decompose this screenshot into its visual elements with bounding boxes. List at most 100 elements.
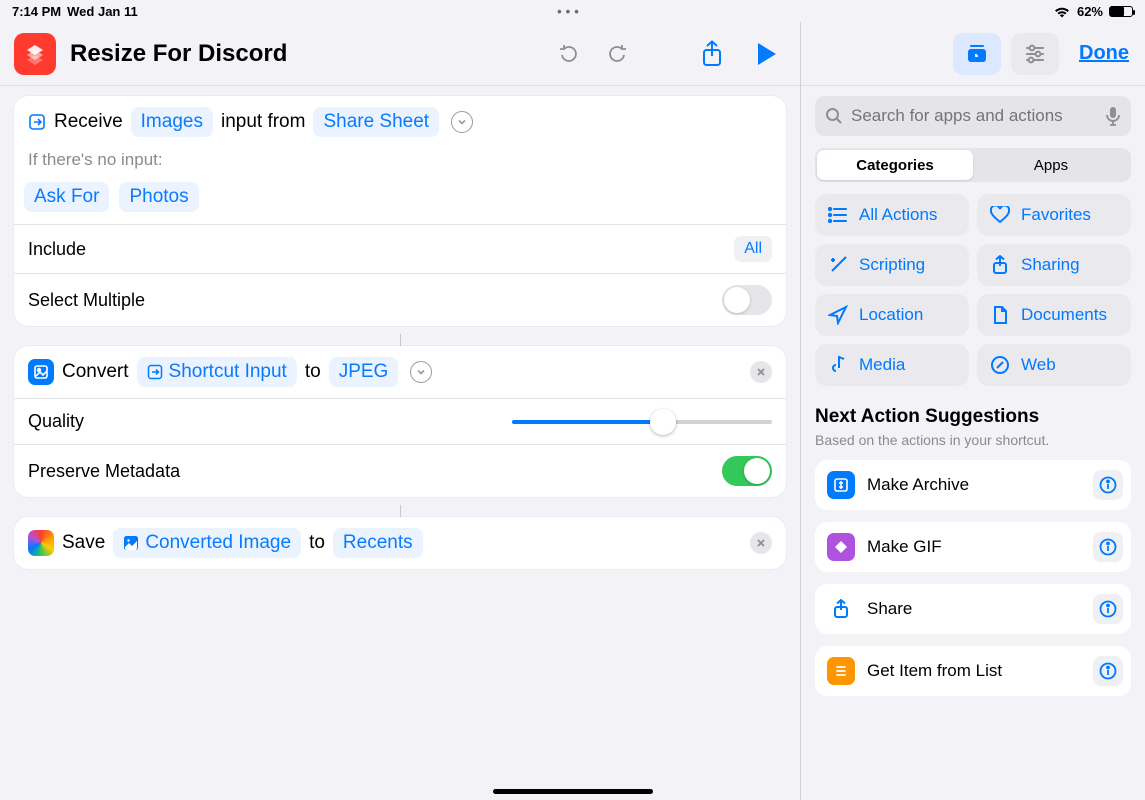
library-segmented-control[interactable]: Categories Apps bbox=[815, 148, 1131, 182]
input-icon bbox=[147, 364, 163, 380]
convert-format-token[interactable]: JPEG bbox=[329, 357, 399, 387]
category-documents[interactable]: Documents bbox=[977, 294, 1131, 336]
action-save[interactable]: Save Converted Image to Recents bbox=[14, 517, 786, 569]
convert-to: to bbox=[305, 361, 321, 383]
quality-label: Quality bbox=[28, 411, 484, 432]
category-media[interactable]: Media bbox=[815, 344, 969, 386]
shortcut-app-icon[interactable] bbox=[14, 33, 56, 75]
save-dest-token[interactable]: Recents bbox=[333, 528, 423, 558]
sidebar-header: Done bbox=[801, 22, 1145, 86]
category-scripting[interactable]: Scripting bbox=[815, 244, 969, 286]
category-sharing[interactable]: Sharing bbox=[977, 244, 1131, 286]
list-icon bbox=[828, 207, 848, 223]
delete-action-button[interactable] bbox=[750, 532, 772, 554]
segment-apps[interactable]: Apps bbox=[973, 150, 1129, 180]
run-button[interactable] bbox=[746, 37, 786, 71]
home-indicator[interactable] bbox=[493, 789, 653, 794]
chevron-down-icon bbox=[457, 117, 467, 127]
include-label: Include bbox=[28, 239, 726, 260]
location-icon bbox=[828, 305, 848, 325]
share-icon bbox=[991, 255, 1009, 275]
fallback-photos[interactable]: Photos bbox=[119, 182, 198, 212]
redo-icon bbox=[605, 42, 629, 66]
convert-verb: Convert bbox=[62, 361, 129, 383]
convert-input-label: Shortcut Input bbox=[169, 361, 287, 383]
settings-tab-button[interactable] bbox=[1011, 33, 1059, 75]
status-time: 7:14 PM bbox=[12, 4, 61, 19]
delete-action-button[interactable] bbox=[750, 361, 772, 383]
list-item-icon bbox=[833, 663, 849, 679]
search-input[interactable] bbox=[851, 106, 1097, 126]
save-input-token[interactable]: Converted Image bbox=[113, 528, 301, 558]
category-favorites[interactable]: Favorites bbox=[977, 194, 1131, 236]
search-field[interactable] bbox=[815, 96, 1131, 136]
info-button[interactable] bbox=[1093, 470, 1123, 500]
redo-button[interactable] bbox=[600, 37, 634, 71]
convert-app-icon bbox=[28, 359, 54, 385]
expand-toggle[interactable] bbox=[410, 361, 432, 383]
suggestions-heading: Next Action Suggestions bbox=[815, 406, 1131, 428]
suggestion-make-archive[interactable]: Make Archive bbox=[815, 460, 1131, 510]
actions-canvas[interactable]: Receive Images input from Share Sheet If… bbox=[0, 86, 800, 800]
done-button[interactable]: Done bbox=[1079, 42, 1129, 65]
wand-icon bbox=[828, 255, 848, 275]
save-to: to bbox=[309, 532, 325, 554]
safari-icon bbox=[990, 355, 1010, 375]
suggestion-get-item-from-list[interactable]: Get Item from List bbox=[815, 646, 1131, 696]
library-tab-button[interactable] bbox=[953, 33, 1001, 75]
include-value[interactable]: All bbox=[734, 236, 772, 262]
info-icon bbox=[1099, 476, 1117, 494]
library-sidebar: Done Categories Apps All Actions Favorit bbox=[801, 22, 1145, 800]
suggestion-make-gif[interactable]: Make GIF bbox=[815, 522, 1131, 572]
dictation-icon[interactable] bbox=[1105, 106, 1121, 126]
no-input-label: If there's no input: bbox=[14, 148, 786, 178]
convert-input-token[interactable]: Shortcut Input bbox=[137, 357, 297, 387]
receive-source-token[interactable]: Share Sheet bbox=[313, 107, 439, 137]
suggestion-share[interactable]: Share bbox=[815, 584, 1131, 634]
info-button[interactable] bbox=[1093, 532, 1123, 562]
info-button[interactable] bbox=[1093, 656, 1123, 686]
preserve-metadata-label: Preserve Metadata bbox=[28, 461, 714, 482]
multitasking-dots-icon[interactable]: ••• bbox=[557, 4, 583, 19]
action-receive[interactable]: Receive Images input from Share Sheet If… bbox=[14, 96, 786, 326]
category-label: Web bbox=[1021, 355, 1056, 375]
close-icon bbox=[756, 367, 766, 377]
save-input-label: Converted Image bbox=[145, 532, 291, 554]
status-date: Wed Jan 11 bbox=[67, 4, 138, 19]
suggestion-label: Get Item from List bbox=[867, 661, 1081, 681]
action-convert[interactable]: Convert Shortcut Input to JPEG Qual bbox=[14, 346, 786, 497]
shortcut-title[interactable]: Resize For Discord bbox=[70, 40, 538, 68]
suggestion-label: Make Archive bbox=[867, 475, 1081, 495]
category-label: All Actions bbox=[859, 205, 937, 225]
info-button[interactable] bbox=[1093, 594, 1123, 624]
input-icon bbox=[28, 113, 46, 131]
category-all-actions[interactable]: All Actions bbox=[815, 194, 969, 236]
category-label: Favorites bbox=[1021, 205, 1091, 225]
select-multiple-label: Select Multiple bbox=[28, 290, 714, 311]
gif-icon bbox=[833, 539, 849, 555]
music-icon bbox=[829, 355, 847, 375]
status-bar: 7:14 PM Wed Jan 11 ••• 62% bbox=[0, 0, 1145, 22]
expand-toggle[interactable] bbox=[451, 111, 473, 133]
receive-input-from: input from bbox=[221, 111, 305, 133]
preserve-metadata-toggle[interactable] bbox=[722, 456, 772, 486]
category-label: Media bbox=[859, 355, 905, 375]
quality-slider[interactable] bbox=[512, 420, 772, 424]
category-web[interactable]: Web bbox=[977, 344, 1131, 386]
select-multiple-toggle[interactable] bbox=[722, 285, 772, 315]
share-button[interactable] bbox=[692, 37, 732, 71]
suggestions-subheading: Based on the actions in your shortcut. bbox=[815, 432, 1131, 448]
battery-icon bbox=[1109, 6, 1133, 17]
info-icon bbox=[1099, 600, 1117, 618]
editor-pane: Resize For Discord Receive Images bbox=[0, 22, 801, 800]
undo-button[interactable] bbox=[552, 37, 586, 71]
archive-icon bbox=[833, 477, 849, 493]
undo-icon bbox=[557, 42, 581, 66]
suggestion-label: Make GIF bbox=[867, 537, 1081, 557]
library-icon bbox=[965, 43, 989, 65]
category-label: Scripting bbox=[859, 255, 925, 275]
receive-types-token[interactable]: Images bbox=[131, 107, 213, 137]
segment-categories[interactable]: Categories bbox=[817, 150, 973, 180]
category-location[interactable]: Location bbox=[815, 294, 969, 336]
fallback-ask-for[interactable]: Ask For bbox=[24, 182, 109, 212]
